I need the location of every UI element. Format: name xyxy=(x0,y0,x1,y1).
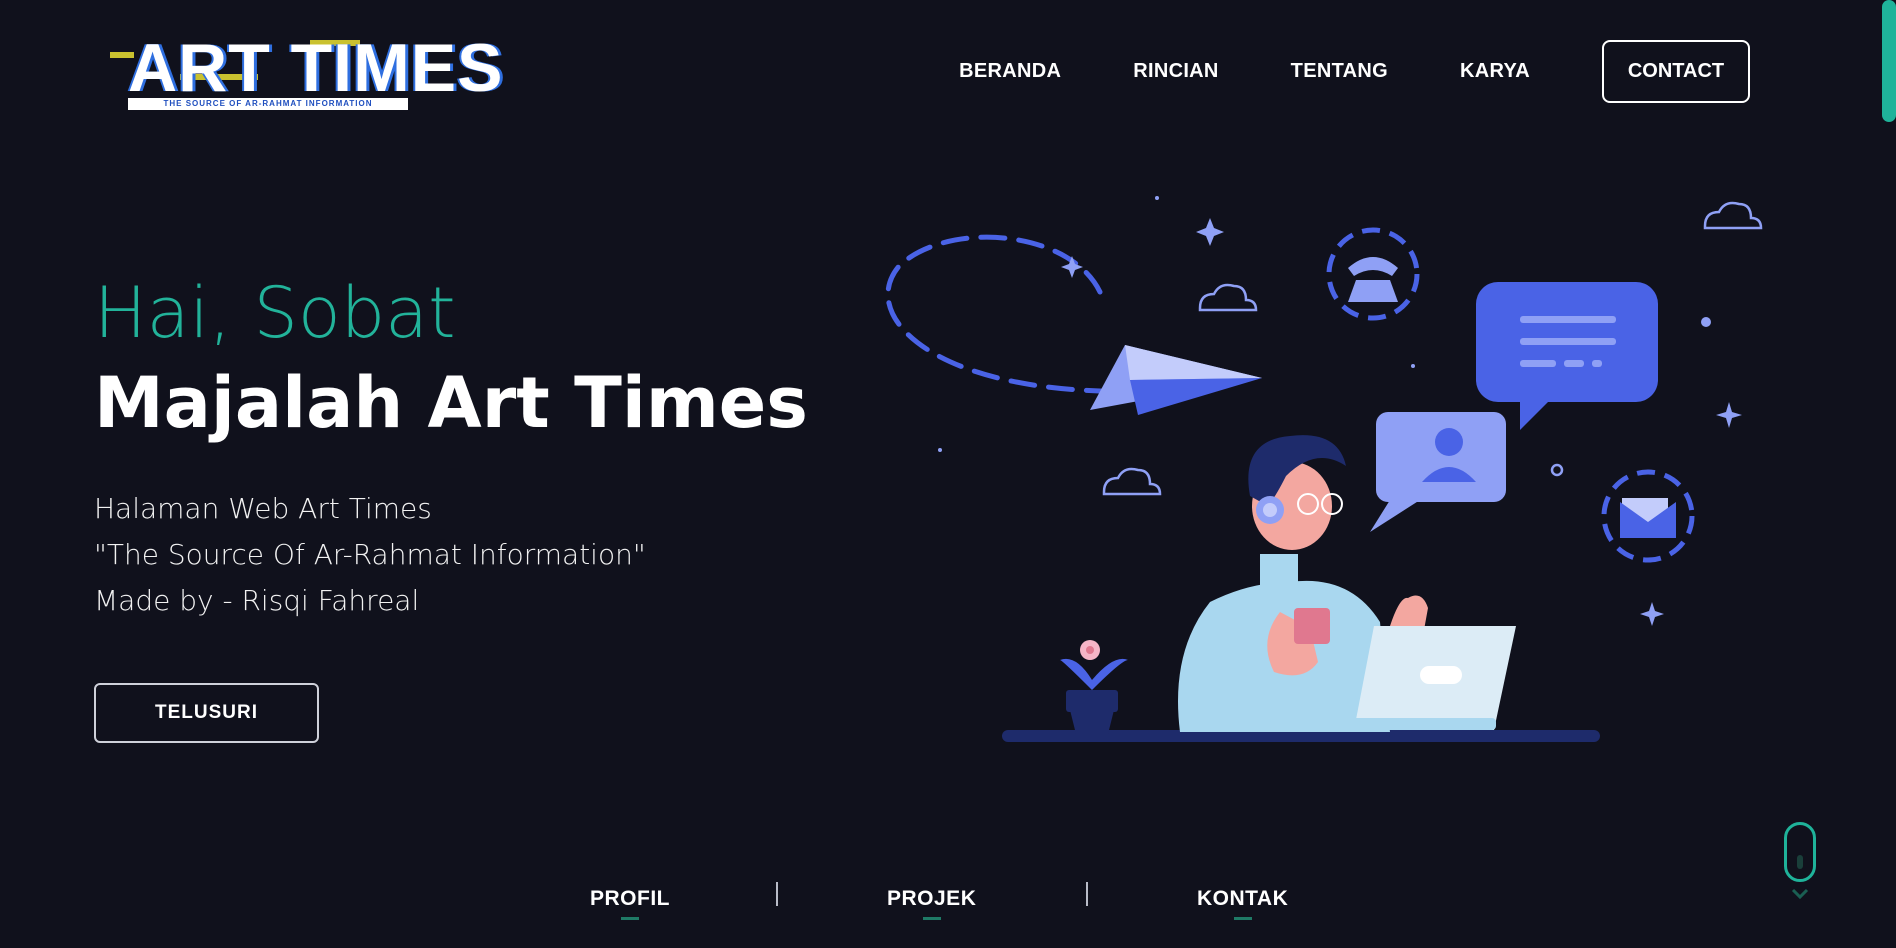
nav-item-tentang[interactable]: TENTANG xyxy=(1291,60,1388,83)
explore-button[interactable]: TELUSURI xyxy=(94,683,319,743)
separator xyxy=(776,882,778,906)
hero-line: Halaman Web Art Times xyxy=(94,492,432,525)
link-underline xyxy=(621,917,639,920)
page-title: Majalah Art Times xyxy=(94,362,808,444)
bottom-link-projek[interactable]: PROJEK xyxy=(887,887,976,920)
user-profile-bubble-icon xyxy=(1370,412,1506,532)
cloud-icon xyxy=(1703,201,1763,230)
scroll-mouse-icon[interactable] xyxy=(1784,822,1816,882)
logo[interactable]: ART TIMES THE SOURCE OF AR-RAHMAT INFORM… xyxy=(110,30,502,112)
hero-line: Made by - Risqi Fahreal xyxy=(94,584,420,617)
logo-text: ART TIMES xyxy=(128,30,504,106)
nav-item-beranda[interactable]: BERANDA xyxy=(959,60,1061,83)
chat-bubble-icon xyxy=(1476,282,1658,430)
cloud-icon xyxy=(1198,283,1258,312)
plant-icon xyxy=(1060,640,1128,734)
bottom-link-kontak[interactable]: KONTAK xyxy=(1197,887,1288,920)
sparkle-icon xyxy=(938,196,1742,626)
chevron-down-icon[interactable] xyxy=(1790,884,1810,904)
phone-icon xyxy=(1326,227,1420,321)
link-underline xyxy=(922,917,941,920)
separator xyxy=(1086,882,1088,906)
scrollbar-thumb[interactable] xyxy=(1882,0,1896,122)
mail-icon xyxy=(1601,469,1695,563)
hero-line: "The Source Of Ar-Rahmat Information" xyxy=(94,538,646,571)
logo-subtitle: THE SOURCE OF AR-RAHMAT INFORMATION xyxy=(128,98,408,110)
hero-greeting: Hai, Sobat xyxy=(94,272,456,354)
paper-plane-icon xyxy=(1090,345,1262,415)
bottom-link-profil[interactable]: PROFIL xyxy=(590,887,670,920)
hero-illustration xyxy=(885,196,1763,742)
contact-button[interactable]: CONTACT xyxy=(1602,40,1750,103)
cloud-icon xyxy=(1102,467,1162,496)
flight-path xyxy=(885,234,1123,395)
nav-item-rincian[interactable]: RINCIAN xyxy=(1133,60,1218,83)
hero-description: Halaman Web Art Times "The Source Of Ar-… xyxy=(94,486,646,624)
ring-icon xyxy=(1550,463,1564,477)
main-nav: BERANDA RINCIAN TENTANG KARYA CONTACT xyxy=(887,40,1750,103)
bottom-link-label: KONTAK xyxy=(1197,887,1289,910)
nav-item-karya[interactable]: KARYA xyxy=(1460,60,1530,83)
bottom-link-label: PROJEK xyxy=(887,887,977,910)
link-underline xyxy=(1233,917,1252,920)
bottom-link-label: PROFIL xyxy=(590,887,670,910)
